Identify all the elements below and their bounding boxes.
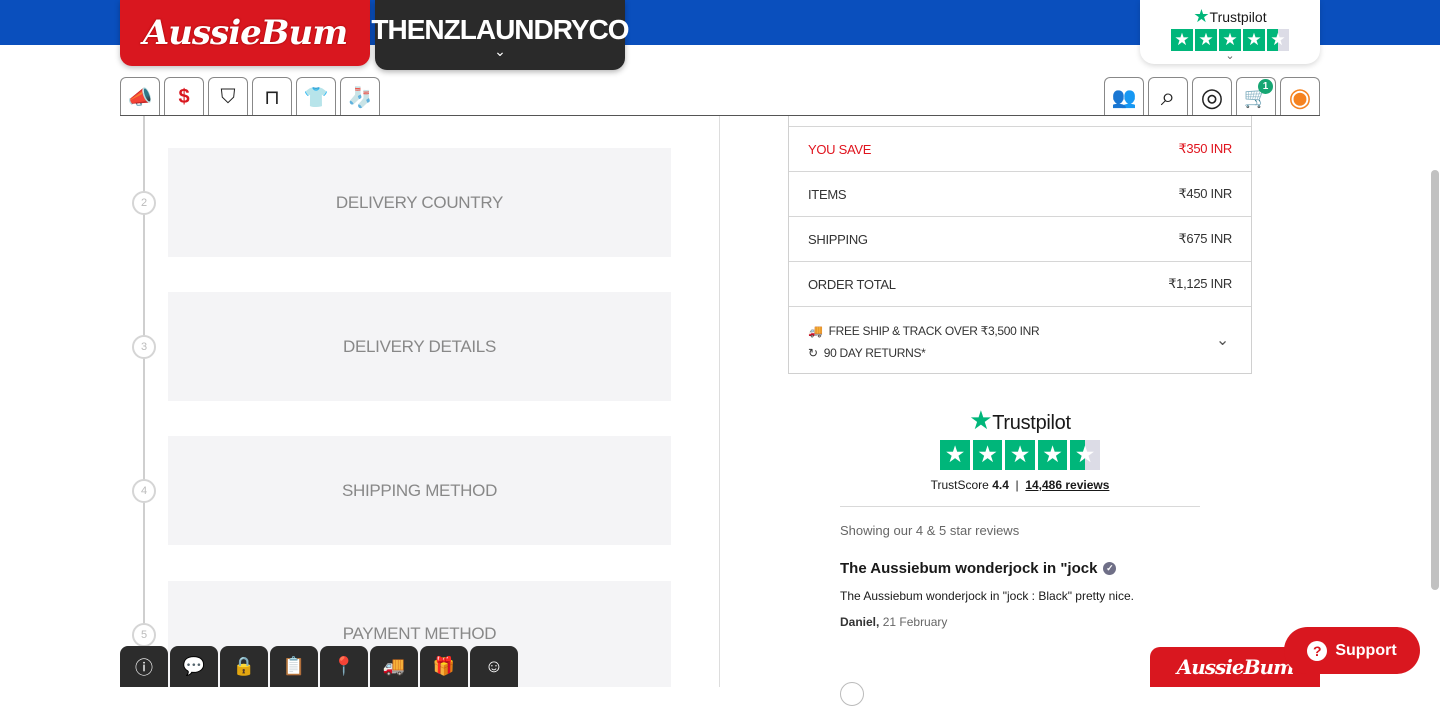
nav-briefs-button[interactable]: ⛉ bbox=[208, 77, 248, 116]
cart-count-badge: 1 bbox=[1258, 79, 1273, 94]
trustpilot-logo[interactable]: ★Trustpilot bbox=[840, 405, 1200, 436]
trustpilot-star-icon: ★ bbox=[969, 405, 993, 435]
customer-support-icon: ☺ bbox=[484, 656, 504, 676]
briefs-icon: ⛉ bbox=[220, 85, 236, 108]
socks-icon: 🧦 bbox=[347, 86, 373, 109]
review-title[interactable]: The Aussiebum wonderjock in "jock ✓ bbox=[840, 560, 1200, 577]
summary-label: SHIPPING bbox=[808, 231, 868, 247]
star-icon: ★ bbox=[940, 440, 970, 470]
bottom-icon-bar: ⓘ 💬 🔒 📋 📍 🚚 🎁 ☺ bbox=[120, 646, 518, 687]
help-icon: ? bbox=[1307, 640, 1328, 661]
nav-country-button[interactable]: ◉ bbox=[1280, 77, 1320, 116]
review-meta: Daniel, 21 February bbox=[840, 614, 948, 629]
privacy-button[interactable]: 🔒 bbox=[220, 646, 268, 687]
chevron-down-icon: ⌄ bbox=[1225, 50, 1235, 62]
step-delivery-details[interactable]: DELIVERY DETAILS bbox=[168, 292, 671, 401]
summary-value: ₹1,125 INR bbox=[1168, 276, 1232, 291]
trustpilot-star-icon: ★ bbox=[1193, 6, 1210, 26]
summary-value: ₹350 INR bbox=[1178, 141, 1232, 156]
review-body: The Aussiebum wonderjock in "jock : Blac… bbox=[840, 588, 1134, 603]
half-star-icon: ★ bbox=[1070, 440, 1100, 470]
terms-icon: 📋 bbox=[282, 656, 306, 676]
megaphone-icon: 📣 bbox=[127, 86, 153, 109]
faq-icon: 💬 bbox=[182, 656, 206, 676]
info-button[interactable]: ⓘ bbox=[120, 646, 168, 687]
divider bbox=[840, 505, 1200, 507]
chevron-down-icon: ⌄ bbox=[494, 43, 506, 59]
nav-tshirt-button[interactable]: 👕 bbox=[296, 77, 336, 116]
sale-tag-icon: $ bbox=[178, 85, 190, 108]
perk-returns: ↻ 90 DAY RETURNS* bbox=[808, 346, 926, 360]
trustpilot-stars: ★ ★ ★ ★ ★ bbox=[1140, 29, 1320, 51]
step-shipping-method[interactable]: SHIPPING METHOD bbox=[168, 436, 671, 545]
step-number: 4 bbox=[132, 479, 156, 503]
star-icon: ★ bbox=[1219, 29, 1241, 51]
trunks-icon: ⊓ bbox=[264, 86, 280, 109]
returns-icon: ↻ bbox=[808, 346, 818, 360]
shipping-truck-icon: 🚚 bbox=[382, 656, 406, 676]
nav-sale-button[interactable]: $ bbox=[164, 77, 204, 116]
step-delivery-country[interactable]: DELIVERY COUNTRY bbox=[168, 148, 671, 257]
summary-value: ₹450 INR bbox=[1178, 186, 1232, 201]
summary-row-shipping: SHIPPING ₹675 INR bbox=[789, 217, 1251, 262]
truck-icon: 🚚 bbox=[808, 324, 823, 338]
aussiebum-logo: AussieBum bbox=[142, 13, 348, 53]
location-button[interactable]: 📍 bbox=[320, 646, 368, 687]
info-icon: ⓘ bbox=[135, 657, 153, 678]
summary-value: ₹675 INR bbox=[1178, 231, 1232, 246]
carousel-arrow[interactable] bbox=[840, 682, 864, 706]
india-flag-icon: ◉ bbox=[1288, 81, 1312, 112]
perk-free-ship: 🚚 FREE SHIP & TRACK OVER ₹3,500 INR bbox=[808, 324, 1040, 338]
nz-laundry-logo-tab[interactable]: THENZLAUNDRYCO ⌄ bbox=[371, 0, 630, 70]
star-icon: ★ bbox=[1005, 440, 1035, 470]
summary-label: ORDER TOTAL bbox=[808, 276, 896, 292]
star-icon: ★ bbox=[1243, 29, 1265, 51]
step-number: 2 bbox=[132, 191, 156, 215]
trustscore: TrustScore 4.4 | 14,486 reviews bbox=[930, 477, 1110, 492]
trustpilot-stars: ★ ★ ★ ★ ★ bbox=[840, 440, 1200, 470]
tshirt-icon: 👕 bbox=[303, 86, 329, 109]
trustpilot-header-badge[interactable]: ★Trustpilot ★ ★ ★ ★ ★ ⌄ bbox=[1140, 0, 1320, 64]
privacy-icon: 🔒 bbox=[232, 656, 256, 676]
faq-button[interactable]: 💬 bbox=[170, 646, 218, 687]
support-button[interactable]: ? Support bbox=[1284, 627, 1420, 674]
chevron-down-icon[interactable]: ⌄ bbox=[1216, 330, 1229, 350]
nav-socks-button[interactable]: 🧦 bbox=[340, 77, 380, 116]
shipping-perks[interactable]: 🚚 FREE SHIP & TRACK OVER ₹3,500 INR ↻ 90 D… bbox=[789, 306, 1251, 374]
customer-support-button[interactable]: ☺ bbox=[470, 646, 518, 687]
star-icon: ★ bbox=[1195, 29, 1217, 51]
trustpilot-logo: ★Trustpilot bbox=[1193, 6, 1267, 26]
star-icon: ★ bbox=[1037, 440, 1068, 470]
nav-trunks-button[interactable]: ⊓ bbox=[252, 77, 292, 116]
column-divider bbox=[719, 116, 720, 687]
summary-row-items: ITEMS ₹450 INR bbox=[789, 172, 1251, 217]
gift-card-button[interactable]: 🎁 bbox=[420, 646, 468, 687]
reviews-filter-note: Showing our 4 & 5 star reviews bbox=[840, 522, 1020, 538]
nz-laundry-logo: THENZLAUNDRYCO bbox=[371, 14, 629, 45]
summary-row-you-save: YOU SAVE ₹350 INR bbox=[789, 127, 1251, 172]
scrollbar-thumb[interactable] bbox=[1431, 170, 1439, 590]
terms-button[interactable]: 📋 bbox=[270, 646, 318, 687]
nav-promo-button[interactable]: 📣 bbox=[120, 77, 160, 116]
step-number: 5 bbox=[132, 623, 156, 647]
location-icon: 📍 bbox=[332, 656, 356, 676]
order-summary: YOU SAVE ₹350 INR ITEMS ₹450 INR SHIPPIN… bbox=[788, 116, 1252, 374]
star-icon: ★ bbox=[972, 440, 1003, 470]
reviews-link[interactable]: 14,486 reviews bbox=[1025, 478, 1109, 492]
half-star-icon: ★ bbox=[1267, 29, 1289, 51]
gift-card-icon: 🎁 bbox=[432, 656, 456, 676]
summary-row-order-total: ORDER TOTAL ₹1,125 INR bbox=[789, 262, 1251, 307]
aussiebum-logo-tab[interactable]: AussieBum bbox=[120, 0, 370, 66]
summary-label: ITEMS bbox=[808, 186, 847, 202]
summary-row-hidden bbox=[789, 82, 1251, 127]
shipping-button[interactable]: 🚚 bbox=[370, 646, 418, 687]
verified-check-icon: ✓ bbox=[1103, 561, 1117, 575]
trustpilot-widget: ★Trustpilot ★ ★ ★ ★ ★ TrustScore 4.4 | 1… bbox=[840, 405, 1200, 629]
summary-label: YOU SAVE bbox=[808, 141, 872, 157]
step-number: 3 bbox=[132, 335, 156, 359]
star-icon: ★ bbox=[1171, 29, 1193, 51]
